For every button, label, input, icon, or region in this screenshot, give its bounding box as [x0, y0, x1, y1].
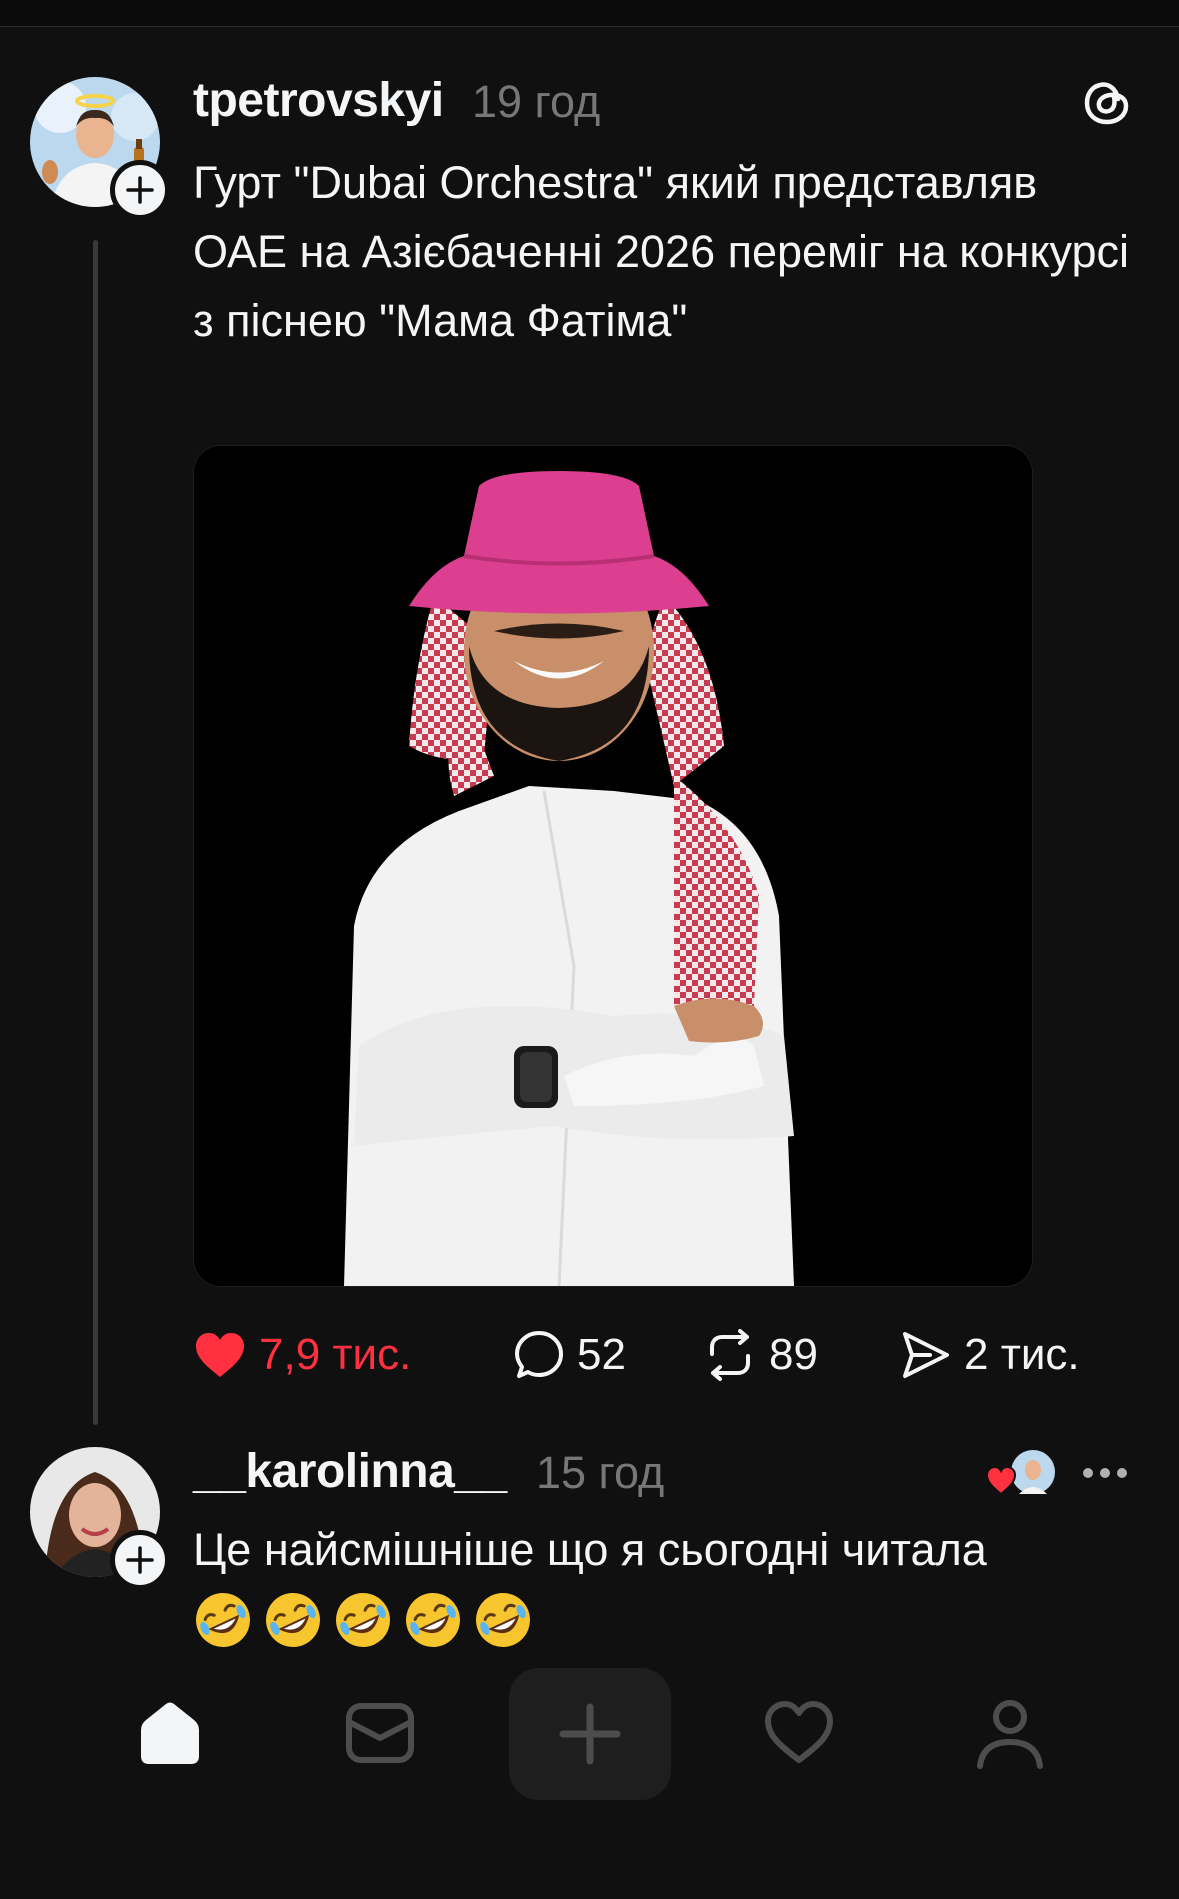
reply-username[interactable]: __karolinna__ [193, 1444, 507, 1499]
rofl-emoji [336, 1593, 390, 1647]
more-options-button[interactable] [1080, 1460, 1130, 1486]
liked-by-author-indicator [985, 1448, 1057, 1500]
repost-icon [710, 1329, 750, 1381]
comment-button[interactable]: 52 [513, 1325, 626, 1385]
inbox-icon [346, 1703, 414, 1763]
rofl-emoji [406, 1593, 460, 1647]
heart-filled-icon [196, 1333, 244, 1377]
share-count: 2 тис. [964, 1330, 1080, 1379]
share-icon [903, 1332, 949, 1378]
plus-icon [126, 176, 154, 204]
more-icon [1083, 1468, 1127, 1478]
follow-button[interactable] [110, 1530, 170, 1590]
repost-button[interactable]: 89 [703, 1325, 818, 1385]
threads-logo-icon[interactable] [1082, 77, 1132, 127]
repost-count: 89 [769, 1330, 818, 1379]
like-button[interactable]: 7,9 тис. [193, 1325, 411, 1385]
rofl-emoji [266, 1593, 320, 1647]
heart-outline-icon [765, 1701, 833, 1763]
post-username[interactable]: tpetrovskyi [193, 73, 444, 128]
rofl-emoji [476, 1593, 530, 1647]
home-icon [141, 1702, 199, 1764]
post-text: Гурт "Dubai Orchestra" який представляв … [193, 157, 1130, 346]
comment-count: 52 [577, 1330, 626, 1379]
comment-icon [515, 1331, 563, 1378]
tab-profile[interactable] [975, 1698, 1045, 1775]
profile-icon [977, 1700, 1043, 1769]
like-count: 7,9 тис. [259, 1330, 412, 1379]
plus-icon [126, 1546, 154, 1574]
compose-plus-icon [559, 1703, 621, 1765]
compose-button[interactable] [509, 1668, 671, 1800]
rofl-emoji [196, 1593, 250, 1647]
emoji-row [193, 1590, 533, 1650]
post-image[interactable] [193, 445, 1033, 1287]
tab-activity[interactable] [763, 1700, 835, 1771]
status-bar-divider [0, 0, 1179, 27]
man-in-pink-hat-image [194, 446, 1032, 1286]
tab-home[interactable] [135, 1698, 205, 1773]
reply-timestamp: 15 год [536, 1447, 665, 1498]
post-timestamp: 19 год [472, 76, 601, 127]
tab-inbox[interactable] [345, 1700, 415, 1771]
follow-button[interactable] [110, 160, 170, 220]
thread-connector-line [93, 240, 98, 1425]
reply-text: Це найсмішніше що я сьогодні читала [193, 1524, 987, 1575]
share-button[interactable]: 2 тис. [900, 1325, 1080, 1385]
